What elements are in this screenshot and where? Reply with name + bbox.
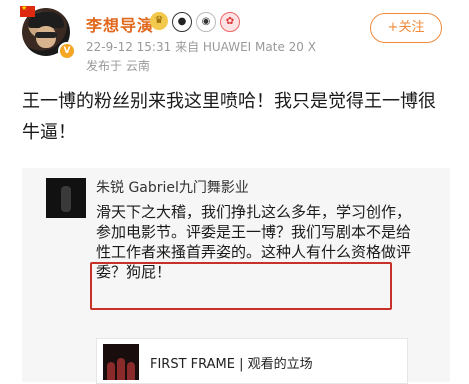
link-thumbnail <box>103 344 139 380</box>
quoted-username[interactable]: 朱锐 Gabriel九门舞影业 <box>96 177 249 197</box>
highlight-box <box>90 262 392 310</box>
quoted-avatar[interactable] <box>46 178 86 218</box>
china-flag-icon <box>20 4 35 17</box>
panda2-badge-icon: ◉ <box>196 12 216 32</box>
timestamp: 22-9-12 15:31 <box>86 40 172 54</box>
link-title: FIRST FRAME | 观看的立场 <box>150 357 313 372</box>
post-location: 发布于 云南 <box>86 59 150 73</box>
panda-badge-icon: ● <box>172 12 192 32</box>
lantern-badge-icon: ✿ <box>220 12 240 32</box>
crown-badge-icon: ♛ <box>150 12 168 30</box>
post-meta: 22-9-12 15:31 来自 HUAWEI Mate 20 X <box>86 38 316 55</box>
follow-button[interactable]: +关注 <box>370 13 442 43</box>
user-badges: ♛ ● ◉ ✿ <box>150 12 240 32</box>
username[interactable]: 李想导演 <box>86 12 154 36</box>
post-text: 王一博的粉丝别来我这里喷哈！我只是觉得王一博很牛逼！ <box>22 91 436 143</box>
verified-badge-icon: V <box>58 42 76 60</box>
device: 来自 HUAWEI Mate 20 X <box>175 40 316 54</box>
